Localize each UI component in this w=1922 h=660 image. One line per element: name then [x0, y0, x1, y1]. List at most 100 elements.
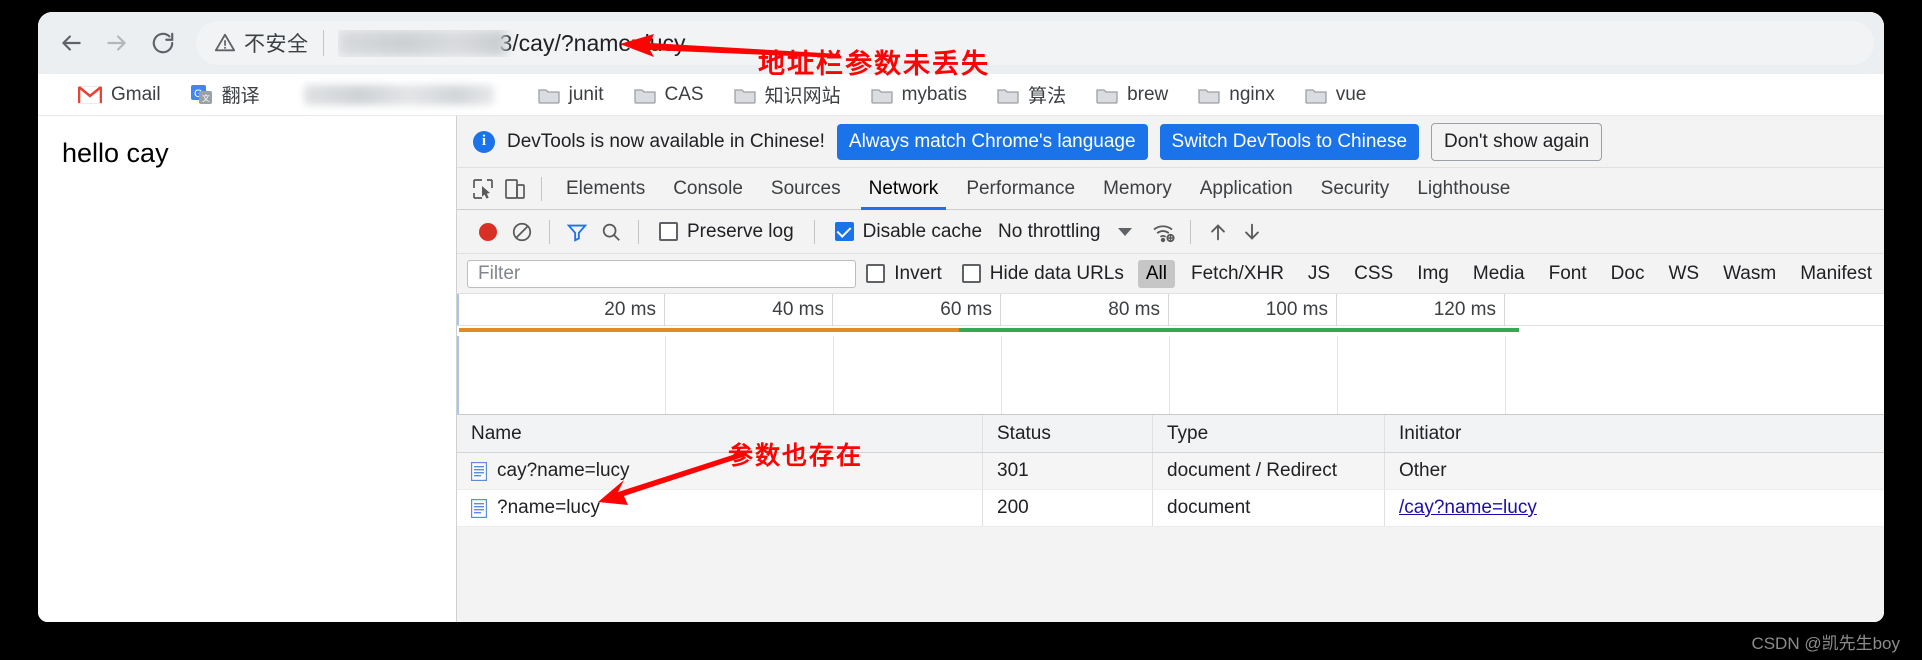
- filter-type-font[interactable]: Font: [1541, 260, 1595, 288]
- checkbox-box: [834, 222, 854, 241]
- bookmark-translate[interactable]: G 文 翻译: [179, 77, 272, 112]
- download-har-icon[interactable]: [1235, 215, 1269, 249]
- bookmark-folder-knowledge[interactable]: 知识网站: [722, 77, 853, 112]
- upload-har-icon[interactable]: [1201, 215, 1235, 249]
- request-initiator-cell: Other: [1384, 453, 1684, 489]
- back-button[interactable]: [48, 20, 94, 66]
- svg-text:文: 文: [202, 93, 210, 103]
- folder-icon: [870, 86, 893, 104]
- grid-line: [1505, 336, 1506, 414]
- waterfall-left-edge: [457, 336, 459, 414]
- tab-sources[interactable]: Sources: [757, 168, 855, 210]
- request-name-text: ?name=lucy: [497, 497, 600, 518]
- tab-console[interactable]: Console: [659, 168, 757, 210]
- ruler-tick: 60 ms: [833, 294, 1001, 326]
- address-bar[interactable]: 不安全 3/cay/?name=lucy: [196, 21, 1874, 65]
- forward-button[interactable]: [94, 20, 140, 66]
- filter-type-fetch-xhr[interactable]: Fetch/XHR: [1183, 260, 1292, 288]
- checkbox-box: [961, 264, 981, 283]
- invert-label: Invert: [894, 262, 942, 284]
- column-header-initiator[interactable]: Initiator: [1384, 415, 1684, 452]
- invert-checkbox[interactable]: Invert: [866, 263, 942, 285]
- waterfall-grid: [457, 336, 1884, 414]
- devtools-panel: i DevTools is now available in Chinese! …: [457, 116, 1884, 622]
- document-icon: [471, 498, 487, 518]
- record-button-icon[interactable]: [471, 215, 505, 249]
- network-toolbar: Preserve log Disable cache No throttling: [457, 210, 1884, 254]
- tab-performance[interactable]: Performance: [952, 168, 1089, 210]
- bookmark-folder-mybatis[interactable]: mybatis: [859, 80, 979, 110]
- info-icon: i: [473, 130, 495, 153]
- column-header-type[interactable]: Type: [1152, 415, 1384, 452]
- bookmark-folder-nginx[interactable]: nginx: [1186, 80, 1286, 110]
- bookmark-folder-junit[interactable]: junit: [526, 80, 616, 110]
- arrow-left-icon: [62, 35, 81, 51]
- disable-cache-checkbox[interactable]: Disable cache: [834, 221, 982, 243]
- initiator-link[interactable]: /cay?name=lucy: [1399, 497, 1537, 519]
- network-conditions-icon[interactable]: [1146, 215, 1180, 249]
- folder-icon: [537, 86, 560, 104]
- clear-icon[interactable]: [505, 215, 539, 249]
- reload-icon: [152, 32, 174, 54]
- column-header-name[interactable]: Name: [457, 423, 982, 445]
- checkbox-box: [659, 222, 678, 241]
- bookmark-gmail[interactable]: Gmail: [66, 80, 173, 110]
- document-icon: [471, 461, 487, 481]
- inspect-element-icon[interactable]: [467, 174, 499, 204]
- funnel-icon[interactable]: [560, 215, 594, 249]
- switch-devtools-language-button[interactable]: Switch DevTools to Chinese: [1159, 123, 1420, 160]
- bookmark-label: 算法: [1028, 86, 1067, 107]
- tab-memory[interactable]: Memory: [1089, 168, 1186, 210]
- tab-security[interactable]: Security: [1307, 168, 1404, 210]
- always-match-language-button[interactable]: Always match Chrome's language: [836, 123, 1148, 160]
- preserve-log-label: Preserve log: [687, 220, 794, 242]
- security-status-label: 不安全: [244, 33, 309, 56]
- tab-network[interactable]: Network: [855, 168, 953, 210]
- device-toolbar-icon[interactable]: [499, 174, 531, 204]
- folder-icon: [997, 86, 1019, 104]
- column-header-status[interactable]: Status: [982, 415, 1152, 452]
- filter-type-ws[interactable]: WS: [1660, 260, 1707, 288]
- search-icon[interactable]: [594, 215, 628, 249]
- omnibox-divider: [322, 30, 324, 56]
- timeline-ruler: 20 ms 40 ms 60 ms 80 ms 100 ms 120 ms: [457, 294, 1884, 326]
- filter-type-media[interactable]: Media: [1465, 260, 1533, 288]
- tab-elements[interactable]: Elements: [552, 168, 659, 210]
- requests-table-header: Name Status Type Initiator: [457, 415, 1884, 453]
- filter-type-img[interactable]: Img: [1409, 260, 1457, 288]
- warning-triangle-icon: [214, 32, 236, 54]
- timeline-bar-document: [959, 328, 1519, 332]
- bookmark-redacted[interactable]: [278, 81, 520, 109]
- request-type-cell: document: [1152, 490, 1384, 526]
- bookmark-folder-brew[interactable]: brew: [1084, 80, 1180, 110]
- chevron-down-icon[interactable]: [1118, 227, 1133, 236]
- toolbar-divider-2: [638, 219, 639, 244]
- bookmark-label: vue: [1335, 83, 1367, 105]
- filter-input[interactable]: Filter: [467, 259, 857, 288]
- bookmark-label: 翻译: [221, 86, 260, 107]
- dont-show-again-button[interactable]: Don't show again: [1431, 122, 1603, 161]
- folder-icon: [1305, 86, 1327, 104]
- preserve-log-checkbox[interactable]: Preserve log: [659, 221, 794, 243]
- filter-type-doc[interactable]: Doc: [1603, 260, 1653, 288]
- ruler-tick: 100 ms: [1169, 294, 1337, 326]
- tab-application[interactable]: Application: [1186, 168, 1307, 210]
- filter-type-js[interactable]: JS: [1300, 260, 1338, 288]
- grid-line: [1001, 336, 1002, 414]
- reload-button[interactable]: [140, 20, 186, 66]
- timeline-bars: [457, 326, 1884, 336]
- page-content-pane: hello cay: [38, 116, 457, 622]
- tabbar-divider: [541, 176, 542, 201]
- record-dot: [479, 222, 497, 241]
- hide-data-urls-checkbox[interactable]: Hide data URLs: [961, 263, 1124, 285]
- bookmark-label: 知识网站: [764, 86, 841, 107]
- filter-type-all[interactable]: All: [1137, 259, 1175, 288]
- filter-type-wasm[interactable]: Wasm: [1715, 260, 1784, 288]
- tab-lighthouse[interactable]: Lighthouse: [1403, 168, 1524, 210]
- bookmark-folder-vue[interactable]: vue: [1293, 80, 1379, 110]
- bookmark-folder-algorithms[interactable]: 算法: [985, 77, 1078, 112]
- throttling-select[interactable]: No throttling: [998, 221, 1100, 243]
- filter-type-manifest[interactable]: Manifest: [1792, 260, 1880, 288]
- filter-type-css[interactable]: CSS: [1346, 260, 1401, 288]
- bookmark-folder-cas[interactable]: CAS: [622, 80, 716, 110]
